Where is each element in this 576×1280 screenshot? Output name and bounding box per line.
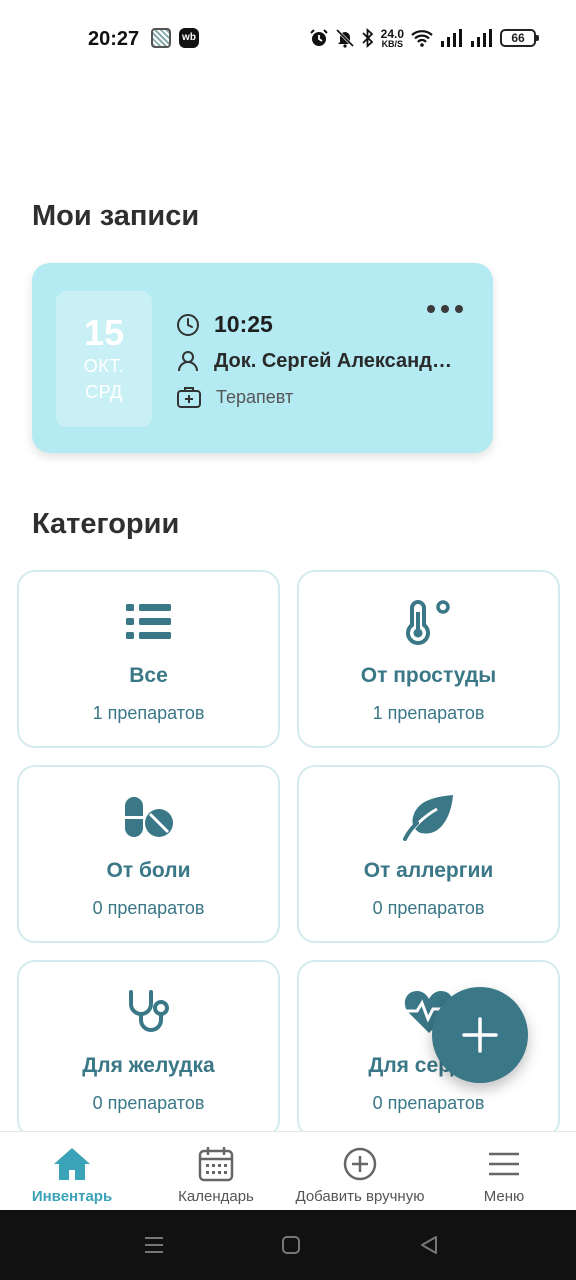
nav-add-manual[interactable]: Добавить вручную [288, 1132, 432, 1211]
mute-icon [335, 28, 354, 48]
appointments-title: Мои записи [32, 200, 200, 232]
category-name: Все [129, 664, 168, 687]
back-icon[interactable] [416, 1232, 442, 1258]
nav-inventory[interactable]: Инвентарь [0, 1132, 144, 1211]
stethoscope-icon [128, 990, 169, 1032]
category-count: 1 препаратов [372, 703, 485, 723]
signal-icon-2 [471, 29, 492, 47]
category-count: 0 препаратов [92, 898, 205, 918]
bottom-nav: Инвентарь Календарь Добавить вручную Мен… [0, 1131, 576, 1210]
category-count: 0 препаратов [92, 1093, 205, 1113]
appointment-date-box: 15 ОКТ. СРД [56, 291, 152, 427]
list-icon [125, 604, 171, 639]
status-time: 20:27 [88, 28, 140, 50]
category-name: Для желудка [82, 1054, 215, 1077]
appointment-specialty: Терапевт [216, 386, 294, 407]
category-stomach[interactable]: Для желудка 0 препаратов [17, 960, 280, 1138]
clock-icon [177, 313, 199, 336]
status-bar: 20:27 wb 24.0 KB/S 66 [0, 0, 576, 78]
recent-apps-icon[interactable] [141, 1232, 167, 1258]
appointment-doctor-row: Док. Сергей Александрович [176, 349, 454, 373]
more-options-icon[interactable] [427, 299, 463, 319]
menu-icon [489, 1152, 519, 1176]
system-nav-bar [0, 1210, 576, 1280]
nav-label: Меню [483, 1188, 525, 1205]
nav-label: Календарь [178, 1188, 254, 1205]
person-icon [178, 351, 198, 372]
nav-label: Инвентарь [31, 1188, 113, 1205]
battery-icon: 66 [500, 29, 539, 47]
appointment-month: ОКТ. [83, 356, 125, 376]
add-circle-icon [343, 1147, 377, 1181]
status-icons: 24.0 KB/S 66 [309, 26, 539, 50]
appointment-card[interactable]: 15 ОКТ. СРД 10:25 Док. Сергей Александро… [32, 263, 493, 453]
home-button-icon[interactable] [278, 1232, 304, 1258]
signal-icon [441, 29, 462, 47]
nav-label: Добавить вручную [295, 1188, 425, 1205]
qr-app-icon [151, 28, 171, 48]
nav-calendar[interactable]: Календарь [144, 1132, 288, 1211]
appointment-day: 15 [83, 312, 125, 353]
wb-app-icon: wb [179, 28, 199, 48]
appointment-specialty-row: Терапевт [176, 385, 293, 409]
appointment-weekday: СРД [85, 382, 123, 402]
categories-title: Категории [32, 508, 180, 540]
calendar-icon [198, 1147, 234, 1182]
appointment-time-row: 10:25 [176, 311, 273, 338]
category-name: От простуды [360, 664, 497, 687]
category-all[interactable]: Все 1 препаратов [17, 570, 280, 748]
category-pain[interactable]: От боли 0 препаратов [17, 765, 280, 943]
category-name: От боли [106, 859, 191, 882]
category-name: От аллергии [363, 859, 494, 882]
net-speed: 24.0 KB/S [380, 26, 404, 49]
add-fab-button[interactable] [432, 987, 528, 1083]
bluetooth-icon [362, 28, 373, 48]
wifi-icon [411, 30, 433, 47]
leaf-icon [402, 795, 453, 841]
category-count: 0 препаратов [372, 1093, 485, 1113]
medical-kit-icon [177, 387, 201, 408]
plus-icon [462, 1017, 498, 1053]
category-count: 0 препаратов [372, 898, 485, 918]
nav-menu[interactable]: Меню [432, 1132, 576, 1211]
home-icon [54, 1148, 90, 1180]
alarm-icon [309, 29, 328, 46]
appointment-doctor: Док. Сергей Александрович [214, 349, 454, 372]
category-cold[interactable]: От простуды 1 препаратов [297, 570, 560, 748]
thermometer-icon [405, 599, 450, 645]
category-allergy[interactable]: От аллергии 0 препаратов [297, 765, 560, 943]
appointment-time: 10:25 [214, 311, 273, 337]
pills-icon [124, 797, 173, 837]
category-count: 1 препаратов [92, 703, 205, 723]
